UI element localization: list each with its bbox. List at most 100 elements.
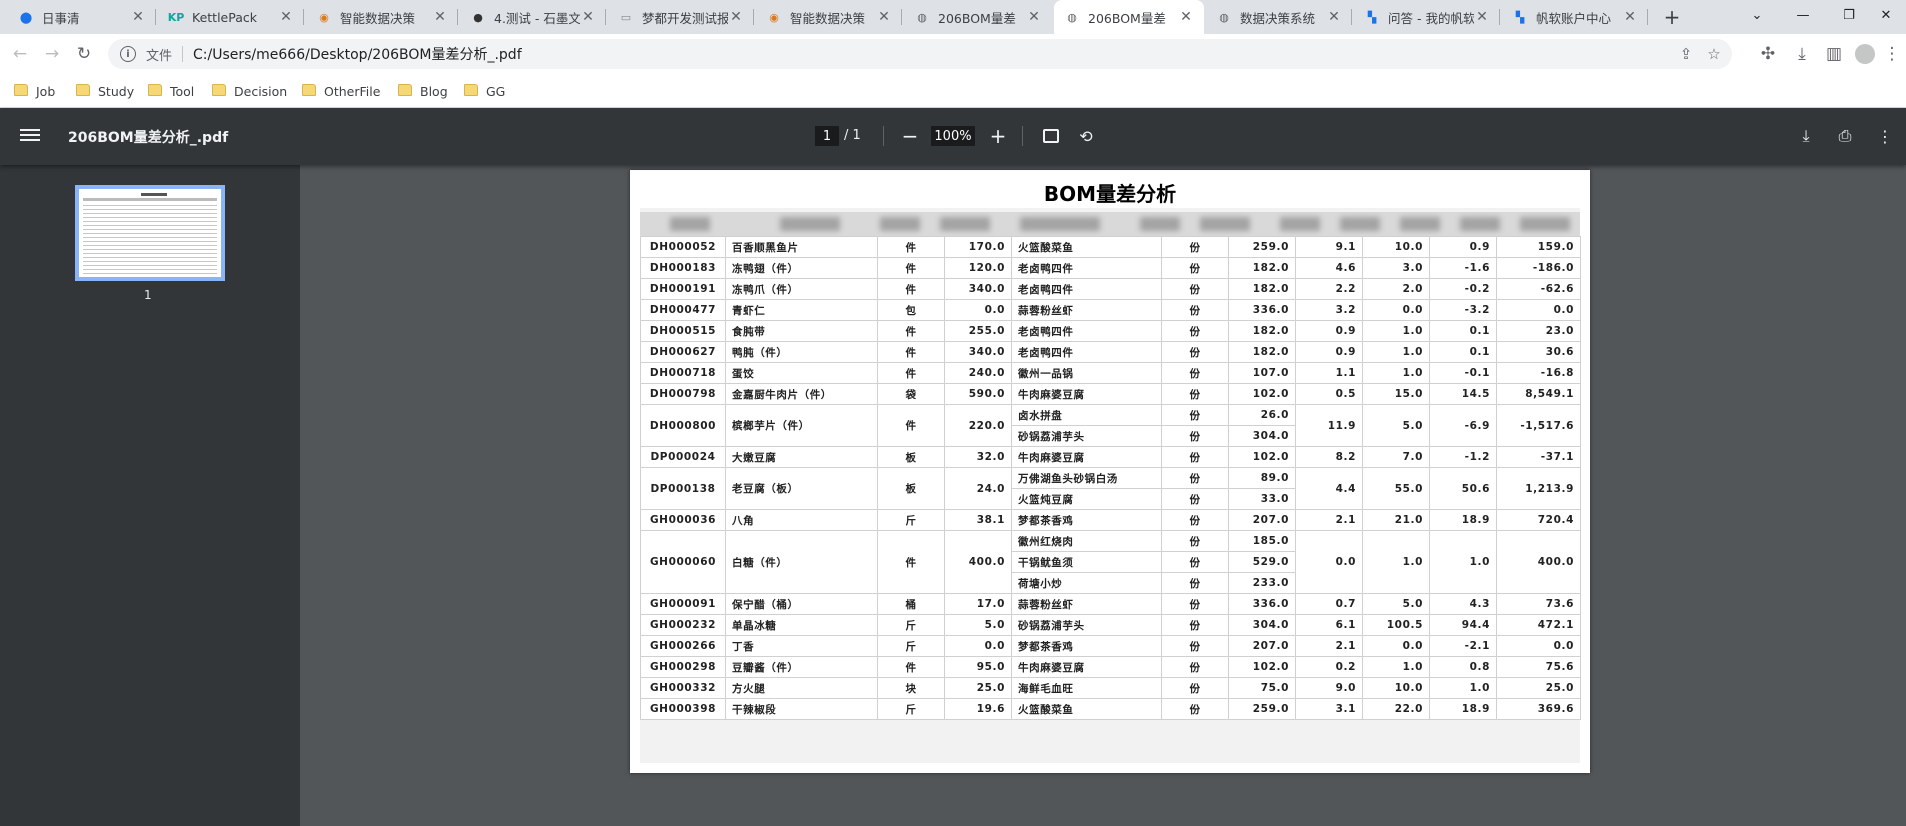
extensions-icon[interactable]: ✣	[1754, 40, 1782, 68]
browser-tab[interactable]: ◍ 数据决策系统 ✕	[1206, 0, 1352, 34]
bookmark-folder[interactable]: Study	[76, 82, 134, 100]
browser-tab[interactable]: ▚ 帆软账户中心 ✕	[1502, 0, 1648, 34]
new-tab-button[interactable]: +	[1660, 5, 1684, 29]
tab-close-icon[interactable]: ✕	[432, 9, 448, 25]
tab-close-icon[interactable]: ✕	[1474, 9, 1490, 25]
bookmark-folder[interactable]: Tool	[148, 82, 194, 100]
close-window-button[interactable]: ✕	[1866, 0, 1906, 30]
material-name: 槟榔芋片（件）	[725, 404, 878, 447]
share-icon[interactable]: ⇪	[1672, 39, 1700, 69]
reload-button[interactable]: ↻	[70, 40, 98, 68]
material-name: 八角	[725, 509, 878, 531]
tab-close-icon[interactable]: ✕	[580, 9, 596, 25]
page-number-input[interactable]: 1	[815, 126, 839, 146]
browser-tab[interactable]: ◍ 206BOM量差 ✕	[1054, 0, 1204, 34]
browser-tab[interactable]: ● 4.测试 - 石墨文 ✕	[460, 0, 606, 34]
material-name: 干辣椒段	[725, 698, 878, 720]
bookmark-folder[interactable]: Job	[14, 82, 55, 100]
page-thumbnail[interactable]	[75, 185, 225, 281]
value-b: 1.0	[1362, 341, 1430, 363]
tab-close-icon[interactable]: ✕	[130, 9, 146, 25]
material-name: 单晶冰糖	[725, 614, 878, 636]
bookmark-label: Decision	[234, 83, 288, 99]
material-name: 冻鸭爪（件）	[725, 278, 878, 300]
download-icon[interactable]: ⤓	[1794, 124, 1818, 148]
browser-menu-icon[interactable]: ⋮	[1880, 40, 1904, 68]
diff-value: -0.2	[1429, 278, 1497, 300]
browser-tab[interactable]: ▭ 梦都开发测试报 ✕	[608, 0, 754, 34]
diff-amount: -1,517.6	[1496, 404, 1581, 447]
material-code: DH000191	[640, 278, 726, 300]
value-a: 1.1	[1295, 362, 1363, 384]
tab-close-icon[interactable]: ✕	[1326, 9, 1342, 25]
material-name: 食肫带	[725, 320, 878, 342]
thumbnail-row	[83, 233, 217, 234]
tab-separator	[1499, 9, 1500, 25]
bookmark-folder[interactable]: Blog	[398, 82, 448, 100]
url-text[interactable]: C:/Users/me666/Desktop/206BOM量差分析_.pdf	[193, 44, 522, 64]
print-icon[interactable]: ⎙	[1833, 124, 1857, 148]
zoom-out-button[interactable]: −	[898, 124, 922, 148]
thumbnail-row	[83, 265, 217, 266]
value-a: 9.0	[1295, 677, 1363, 699]
bookmark-folder[interactable]: OtherFile	[302, 82, 380, 100]
back-button[interactable]: ←	[6, 40, 34, 68]
diff-value: -2.1	[1429, 635, 1497, 657]
material-code: DH000515	[640, 320, 726, 342]
dish-count: 26.0	[1228, 404, 1296, 426]
downloads-icon[interactable]: ⤓	[1788, 40, 1816, 68]
tab-close-icon[interactable]: ✕	[876, 9, 892, 25]
fit-to-page-icon[interactable]	[1039, 124, 1063, 148]
table-row: GH000332 方火腿块 25.0 海鲜毛血旺份 75.0 9.0 10.0 1.0 25.0	[640, 677, 1581, 699]
dish-name: 蒜蓉粉丝虾	[1011, 593, 1162, 615]
minimize-button[interactable]: —	[1780, 0, 1826, 30]
forward-button[interactable]: →	[38, 40, 66, 68]
value-a: 0.0	[1295, 530, 1363, 594]
site-info-icon[interactable]: i	[120, 46, 136, 62]
browser-tab[interactable]: ▚ 问答 - 我的帆软 ✕	[1354, 0, 1500, 34]
browser-tab[interactable]: ◍ 206BOM量差 ✕	[904, 0, 1052, 34]
tab-close-icon[interactable]: ✕	[728, 9, 744, 25]
zoom-in-button[interactable]: +	[986, 124, 1010, 148]
side-panel-icon[interactable]: ▥	[1820, 40, 1848, 68]
value-a: 0.7	[1295, 593, 1363, 615]
profile-avatar-icon[interactable]	[1851, 40, 1879, 68]
value-a: 0.9	[1295, 320, 1363, 342]
browser-tab[interactable]: KP KettlePack ✕	[158, 0, 304, 34]
dish-name: 火篮炖豆腐	[1011, 488, 1162, 510]
material-qty: 120.0	[944, 257, 1012, 279]
browser-tab[interactable]: ◉ 智能数据决策 ✕	[756, 0, 902, 34]
diff-value: -3.2	[1429, 299, 1497, 321]
tab-search-button[interactable]: ⌄	[1734, 0, 1780, 30]
value-b: 0.0	[1362, 299, 1430, 321]
bookmark-folder[interactable]: GG	[464, 82, 505, 100]
material-qty: 38.1	[944, 509, 1012, 531]
bookmark-folder[interactable]: Decision	[212, 82, 287, 100]
dish-name: 砂锅荔浦芋头	[1011, 614, 1162, 636]
material-qty: 340.0	[944, 278, 1012, 300]
diff-amount: 720.4	[1496, 509, 1581, 531]
value-a: 0.5	[1295, 383, 1363, 405]
table-row: DH000191 冻鸭爪（件）件 340.0 老卤鸭四件份 182.0 2.2 2.0 -0.…	[640, 278, 1581, 300]
material-code: GH000332	[640, 677, 726, 699]
folder-icon	[14, 84, 28, 96]
pdf-sidebar-menu-icon[interactable]	[20, 126, 40, 146]
dish-name: 蒜蓉粉丝虾	[1011, 299, 1162, 321]
tab-close-icon[interactable]: ✕	[278, 9, 294, 25]
browser-tab[interactable]: ⬤ 日事清 ✕	[8, 0, 156, 34]
bookmark-star-icon[interactable]: ☆	[1700, 39, 1728, 69]
tab-close-icon[interactable]: ✕	[1622, 9, 1638, 25]
tab-close-icon[interactable]: ✕	[1026, 9, 1042, 25]
thumbnail-row	[83, 269, 217, 270]
folder-icon	[464, 84, 478, 96]
dish-unit: 份	[1161, 320, 1229, 342]
address-bar[interactable]: i 文件 C:/Users/me666/Desktop/206BOM量差分析_.…	[108, 39, 1732, 69]
more-options-icon[interactable]: ⋮	[1873, 124, 1897, 148]
dish-count: 336.0	[1228, 593, 1296, 615]
zoom-level-input[interactable]: 100%	[931, 126, 975, 146]
table-row: DP000024 大嫩豆腐板 32.0 牛肉麻婆豆腐份 102.0 8.2 7.0 -1.2-…	[640, 446, 1581, 468]
tab-close-icon[interactable]: ✕	[1178, 9, 1194, 25]
dish-count: 182.0	[1228, 278, 1296, 300]
rotate-icon[interactable]: ⟲	[1074, 124, 1098, 148]
browser-tab[interactable]: ◉ 智能数据决策 ✕	[306, 0, 458, 34]
